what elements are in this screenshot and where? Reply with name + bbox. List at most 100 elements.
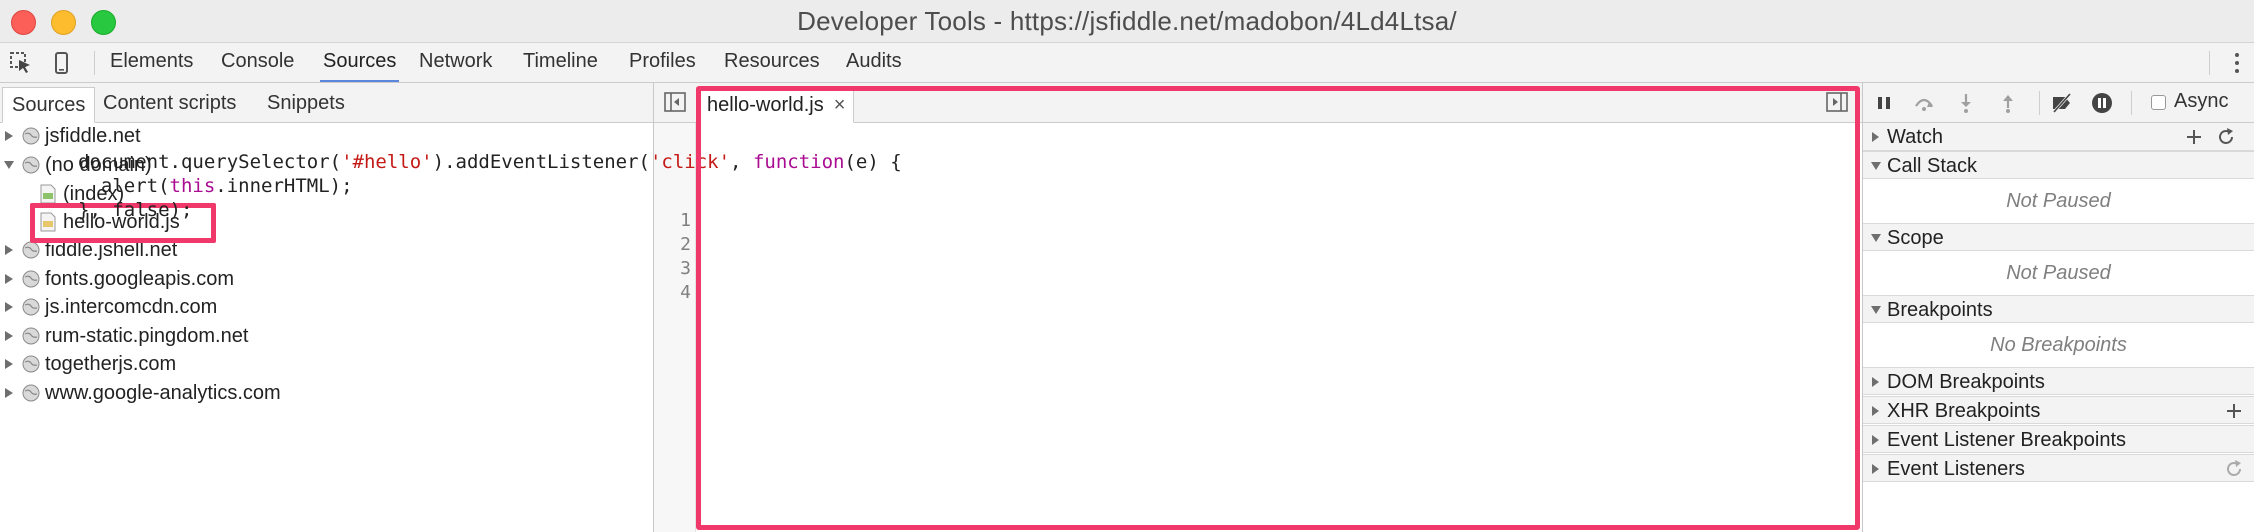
pane-title: Watch — [1887, 126, 1943, 148]
code-string: '#hello' — [341, 151, 433, 173]
collapsed-arrow-icon[interactable] — [2, 322, 18, 350]
tree-item-label: jsfiddle.net — [45, 125, 141, 147]
collapsed-arrow-icon[interactable] — [2, 122, 18, 150]
tab-audits[interactable]: Audits — [846, 43, 902, 82]
pane-scope[interactable]: Scope — [1863, 223, 2254, 251]
globe-icon — [22, 270, 40, 288]
globe-icon — [22, 384, 40, 402]
tab-profiles[interactable]: Profiles — [629, 43, 696, 82]
debugger-sidebar: Async Watch Call Stack Not Paused Scope … — [1862, 83, 2254, 532]
navigator-tab-sources[interactable]: Sources — [2, 87, 96, 123]
highlight-annotation-editor — [696, 86, 1860, 530]
toolbar-divider-right — [2209, 51, 2210, 75]
pane-event-listener-breakpoints[interactable]: Event Listener Breakpoints — [1863, 425, 2254, 453]
line-number[interactable]: 4 — [680, 281, 691, 305]
code-token: alert( — [78, 175, 170, 197]
collapsed-arrow-icon[interactable] — [2, 379, 18, 407]
add-watch-icon[interactable] — [2183, 126, 2205, 148]
device-mode-icon[interactable] — [48, 50, 74, 76]
line-number[interactable]: 1 — [680, 209, 691, 233]
refresh-icon[interactable] — [2215, 126, 2237, 148]
globe-icon — [22, 241, 40, 259]
code-token: document.querySelector( — [78, 151, 342, 173]
navigator-tab-content-scripts[interactable]: Content scripts — [94, 86, 245, 120]
expanded-arrow-icon — [1871, 162, 1881, 170]
more-options-icon[interactable] — [2234, 51, 2240, 75]
tab-sources[interactable]: Sources — [320, 43, 400, 82]
navigator-tabs: Sources Content scripts Snippets — [0, 83, 653, 123]
pane-title: XHR Breakpoints — [1887, 400, 2041, 422]
globe-icon — [22, 156, 40, 174]
breakpoints-status: No Breakpoints — [1863, 323, 2254, 367]
tab-timeline[interactable]: Timeline — [523, 43, 598, 82]
pane-title: Event Listener Breakpoints — [1887, 429, 2127, 451]
line-number[interactable]: 2 — [680, 233, 691, 257]
async-checkbox[interactable] — [2151, 95, 2166, 110]
pane-call-stack[interactable]: Call Stack — [1863, 151, 2254, 179]
collapsed-arrow-icon — [1872, 406, 1879, 416]
collapsed-arrow-icon[interactable] — [2, 350, 18, 378]
debugger-toolbar: Async — [1863, 83, 2254, 123]
pane-watch[interactable]: Watch — [1863, 123, 2254, 151]
tab-console[interactable]: Console — [221, 43, 294, 82]
collapsed-arrow-icon[interactable] — [2, 293, 18, 321]
collapsed-arrow-icon — [1872, 464, 1879, 474]
tree-item-label: togetherjs.com — [45, 353, 177, 375]
window-titlebar: Developer Tools - https://jsfiddle.net/m… — [0, 0, 2254, 43]
pause-icon[interactable] — [1873, 92, 1895, 114]
globe-icon — [22, 327, 40, 345]
line-number-gutter: 1 2 3 4 — [654, 123, 696, 532]
step-out-icon[interactable] — [1997, 92, 2019, 114]
tree-item-label: fonts.googleapis.com — [45, 268, 235, 290]
inspect-element-icon[interactable] — [8, 50, 34, 76]
expanded-arrow-icon[interactable] — [2, 151, 18, 179]
pause-on-exceptions-icon[interactable] — [2091, 92, 2113, 114]
collapsed-arrow-icon[interactable] — [2, 236, 18, 264]
line-number[interactable]: 3 — [680, 257, 691, 281]
code-token: }, false); — [78, 199, 193, 221]
tab-network[interactable]: Network — [419, 43, 492, 82]
tree-item-label: rum-static.pingdom.net — [45, 325, 249, 347]
collapsed-arrow-icon — [1872, 132, 1879, 142]
code-token: .innerHTML); — [215, 175, 353, 197]
globe-icon — [22, 127, 40, 145]
expanded-arrow-icon — [1871, 306, 1881, 314]
collapsed-arrow-icon — [1872, 377, 1879, 387]
debugger-toolbar-divider — [2039, 91, 2040, 115]
tree-item-label: www.google-analytics.com — [45, 382, 281, 404]
pane-breakpoints[interactable]: Breakpoints — [1863, 295, 2254, 323]
step-over-icon[interactable] — [1913, 92, 1935, 114]
step-into-icon[interactable] — [1955, 92, 1977, 114]
devtools-toolbar: Elements Console Sources Network Timelin… — [0, 43, 2254, 83]
pane-dom-breakpoints[interactable]: DOM Breakpoints — [1863, 367, 2254, 395]
pane-title: Call Stack — [1887, 155, 1978, 177]
code-token: ).addEventListener( — [432, 151, 650, 173]
html-file-icon — [40, 184, 56, 204]
expanded-arrow-icon — [1871, 234, 1881, 242]
code-line-3[interactable]: alert(this.innerHTML); — [78, 174, 353, 198]
code-line-4[interactable]: }, false); — [78, 198, 192, 222]
deactivate-breakpoints-icon[interactable] — [2051, 92, 2073, 114]
scope-status: Not Paused — [1863, 251, 2254, 295]
navigator-tab-snippets[interactable]: Snippets — [258, 86, 354, 120]
tab-resources[interactable]: Resources — [724, 43, 820, 82]
globe-icon — [22, 355, 40, 373]
collapsed-arrow-icon — [1872, 435, 1879, 445]
add-xhr-breakpoint-icon[interactable] — [2223, 400, 2245, 422]
tree-item-label: js.intercomcdn.com — [45, 296, 218, 318]
pane-title: DOM Breakpoints — [1887, 371, 2045, 393]
call-stack-status: Not Paused — [1863, 179, 2254, 223]
toggle-navigator-icon[interactable] — [664, 92, 686, 112]
pane-title: Breakpoints — [1887, 299, 1993, 321]
pane-xhr-breakpoints[interactable]: XHR Breakpoints — [1863, 396, 2254, 424]
collapsed-arrow-icon[interactable] — [2, 265, 18, 293]
pane-event-listeners[interactable]: Event Listeners — [1863, 454, 2254, 482]
toolbar-divider — [94, 51, 95, 75]
debugger-toolbar-divider — [2131, 91, 2132, 115]
globe-icon — [22, 298, 40, 316]
tab-elements[interactable]: Elements — [110, 43, 193, 82]
async-label: Async — [2174, 90, 2229, 112]
window-title: Developer Tools - https://jsfiddle.net/m… — [797, 6, 1457, 36]
refresh-icon[interactable] — [2223, 458, 2245, 480]
pane-title: Scope — [1887, 227, 1944, 249]
